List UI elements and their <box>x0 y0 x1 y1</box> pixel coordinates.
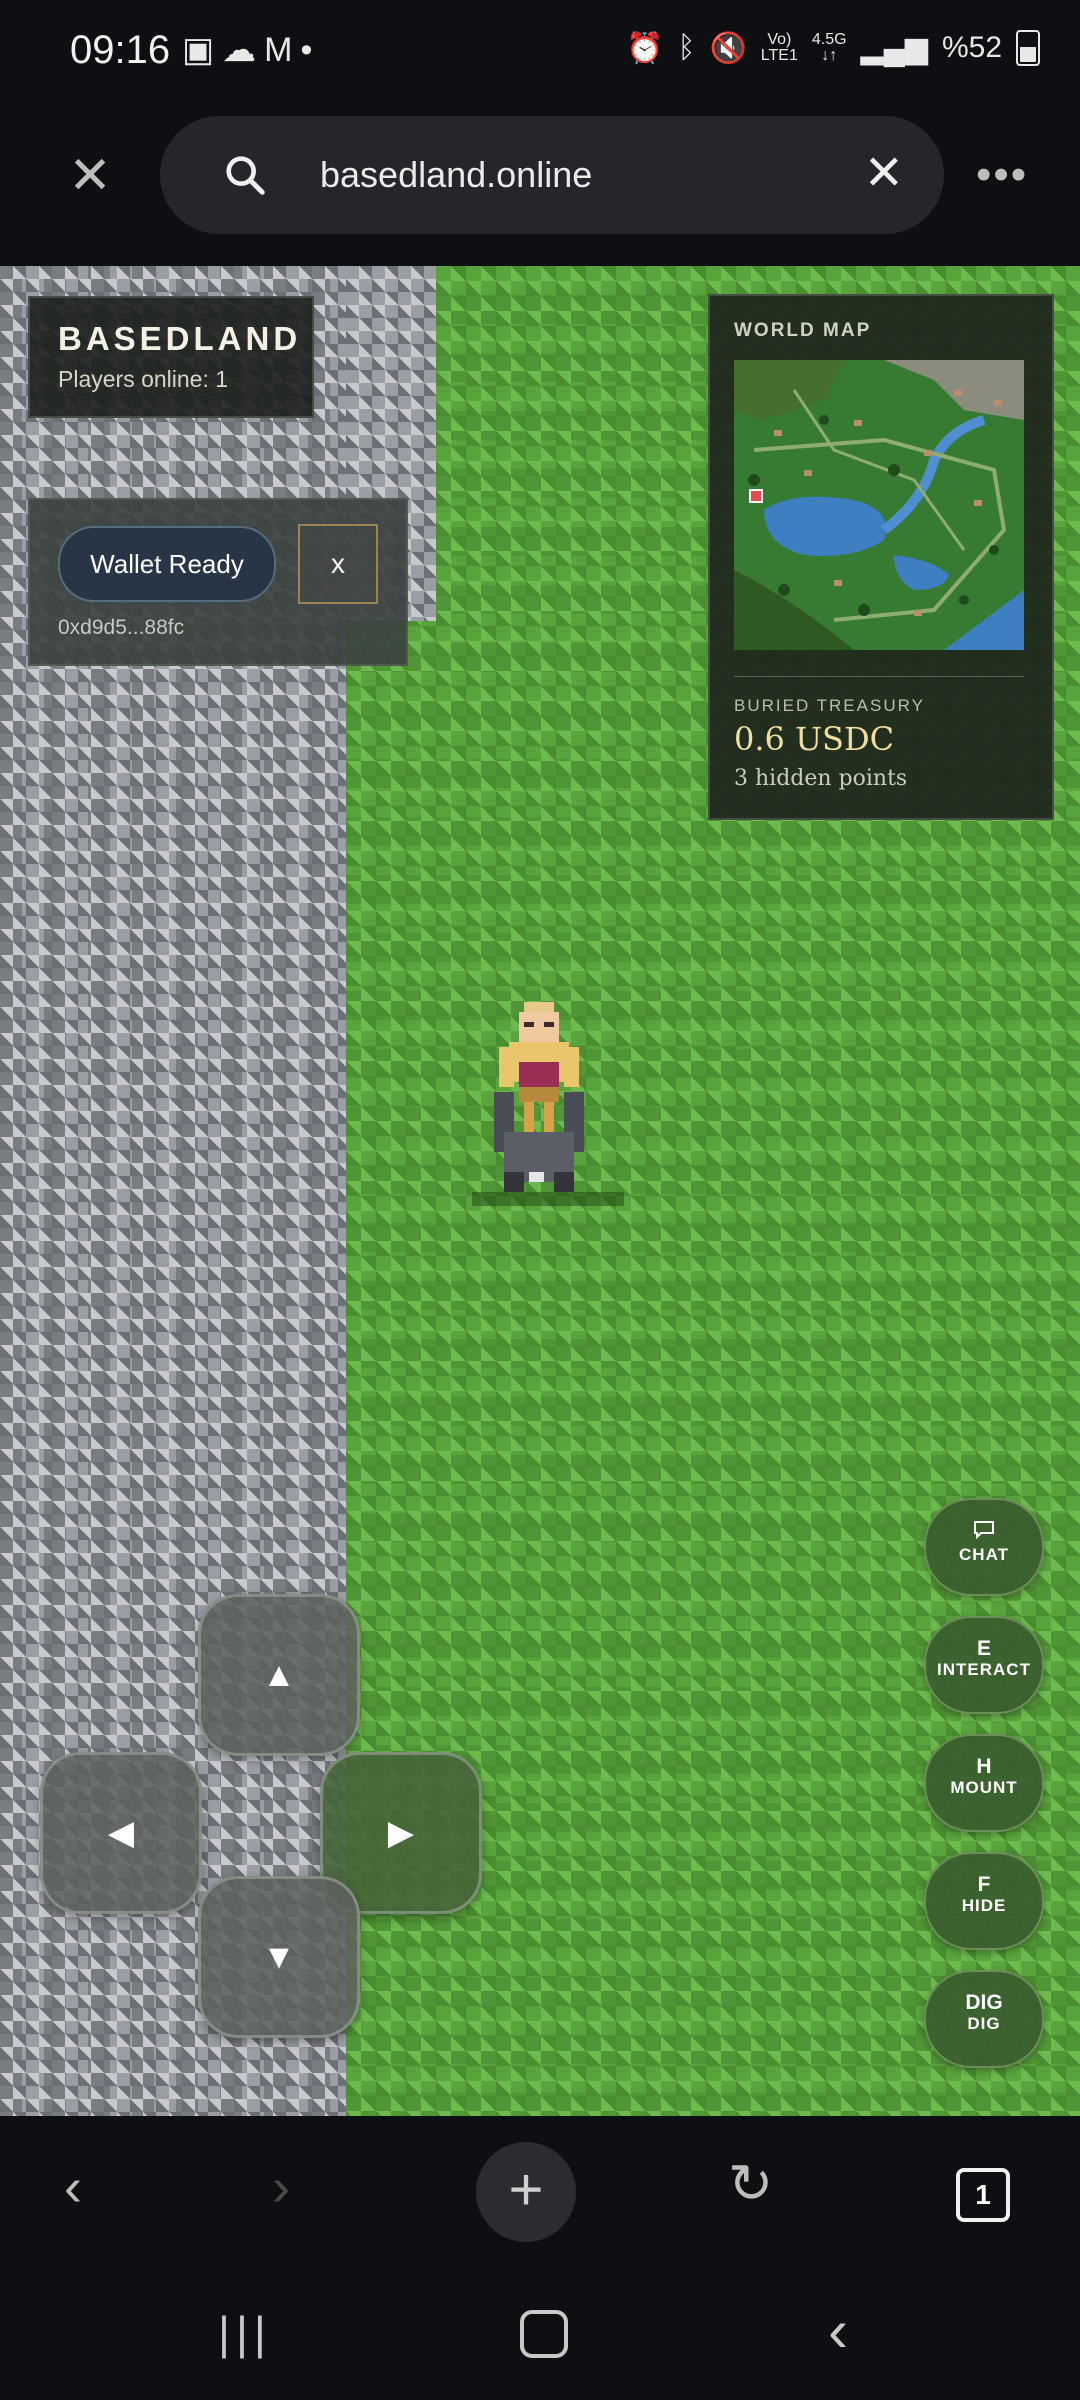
game-title: BASEDLAND <box>58 320 302 357</box>
world-minimap[interactable] <box>734 360 1024 650</box>
treasury-label: BURIED TREASURY <box>734 696 925 715</box>
recents-icon[interactable]: ||| <box>218 2306 272 2360</box>
chat-icon <box>926 1520 1042 1545</box>
system-navigation-bar: ||| ‹ <box>0 2266 1080 2400</box>
world-map-panel: WORLD MAP BURIED TREASURY 0.6 USDC 3 hid… <box>708 294 1054 820</box>
cloud-icon: ☁ <box>222 31 265 69</box>
battery-icon <box>1016 30 1040 66</box>
dig-label: DIG <box>967 2014 1001 2033</box>
map-divider <box>734 676 1024 677</box>
chat-button[interactable]: CHAT <box>924 1498 1044 1596</box>
dig-key: DIG <box>965 1991 1003 2014</box>
interact-label: INTERACT <box>937 1660 1031 1679</box>
dot-icon: • <box>300 31 321 69</box>
battery-text: %52 <box>941 31 1002 64</box>
clear-url-icon[interactable]: ✕ <box>864 146 904 202</box>
gallery-icon: ▣ <box>182 31 223 69</box>
url-text[interactable]: basedland.online <box>320 154 592 196</box>
system-icons: ⏰ ᛒ 🔇 Vo) LTE1 4.5G ↓↑ ▂▄▆ %52 <box>626 30 1040 66</box>
url-bar[interactable]: basedland.online ✕ <box>160 116 944 234</box>
volte-indicator: Vo) LTE1 <box>760 31 798 64</box>
hide-key: F <box>977 1873 991 1896</box>
back-icon[interactable]: ‹ <box>64 2156 82 2218</box>
game-canvas[interactable]: BASEDLAND Players online: 1 Wallet Ready… <box>0 266 1080 2116</box>
hide-button[interactable]: F HIDE <box>924 1852 1044 1950</box>
status-time: 09:16 <box>70 28 171 72</box>
wallet-close-button[interactable]: x <box>298 524 378 604</box>
treasury-value: 0.6 USDC <box>734 720 895 758</box>
wallet-panel: Wallet Ready x 0xd9d5...88fc <box>28 498 408 666</box>
notification-icons: ▣☁M• <box>182 30 320 70</box>
data-indicator: 4.5G ↓↑ <box>811 31 847 64</box>
hide-label: HIDE <box>961 1896 1007 1915</box>
minimap-image <box>734 360 1024 650</box>
mount-button[interactable]: H MOUNT <box>924 1734 1044 1832</box>
mount-label: MOUNT <box>950 1778 1018 1797</box>
system-back-icon[interactable]: ‹ <box>828 2296 848 2365</box>
players-online: Players online: 1 <box>58 366 229 392</box>
reload-icon[interactable]: ↻ <box>728 2152 773 2215</box>
signal-icon: ▂▄▆ <box>860 31 928 65</box>
tabs-button[interactable]: 1 <box>956 2168 1010 2222</box>
close-icon[interactable]: ✕ <box>60 146 120 206</box>
forward-icon[interactable]: › <box>272 2156 290 2218</box>
dpad-up-button[interactable]: ▲ <box>198 1594 360 1756</box>
wallet-ready-button[interactable]: Wallet Ready <box>58 526 276 602</box>
bluetooth-icon: ᛒ <box>677 31 696 64</box>
home-icon[interactable] <box>520 2310 568 2358</box>
more-options-icon[interactable]: ••• <box>976 150 1028 200</box>
browser-toolbar: ✕ basedland.online ✕ ••• <box>0 110 1080 266</box>
interact-button[interactable]: E INTERACT <box>924 1616 1044 1714</box>
new-tab-icon[interactable]: + <box>476 2142 576 2242</box>
gmail-icon: M <box>264 31 301 69</box>
world-map-label: WORLD MAP <box>734 320 872 341</box>
mount-key: H <box>976 1755 992 1778</box>
treasury-points: 3 hidden points <box>734 766 908 791</box>
dig-button[interactable]: DIG DIG <box>924 1970 1044 2068</box>
mute-icon: 🔇 <box>709 31 747 65</box>
interact-key: E <box>976 1637 991 1660</box>
wallet-address: 0xd9d5...88fc <box>58 616 185 639</box>
player-marker-icon <box>749 489 763 503</box>
dpad-down-button[interactable]: ▼ <box>198 1876 360 2038</box>
chat-label: CHAT <box>959 1545 1009 1564</box>
player-character <box>494 1002 584 1192</box>
alarm-icon: ⏰ <box>626 31 664 65</box>
status-bar: 09:16 ▣☁M• ⏰ ᛒ 🔇 Vo) LTE1 4.5G ↓↑ ▂▄▆ %52 <box>0 0 1080 110</box>
browser-bottom-nav: ‹ › + ↻ 1 <box>0 2116 1080 2266</box>
search-icon <box>226 156 265 195</box>
dpad-left-button[interactable]: ◀ <box>40 1752 202 1914</box>
game-title-panel: BASEDLAND Players online: 1 <box>28 296 314 418</box>
